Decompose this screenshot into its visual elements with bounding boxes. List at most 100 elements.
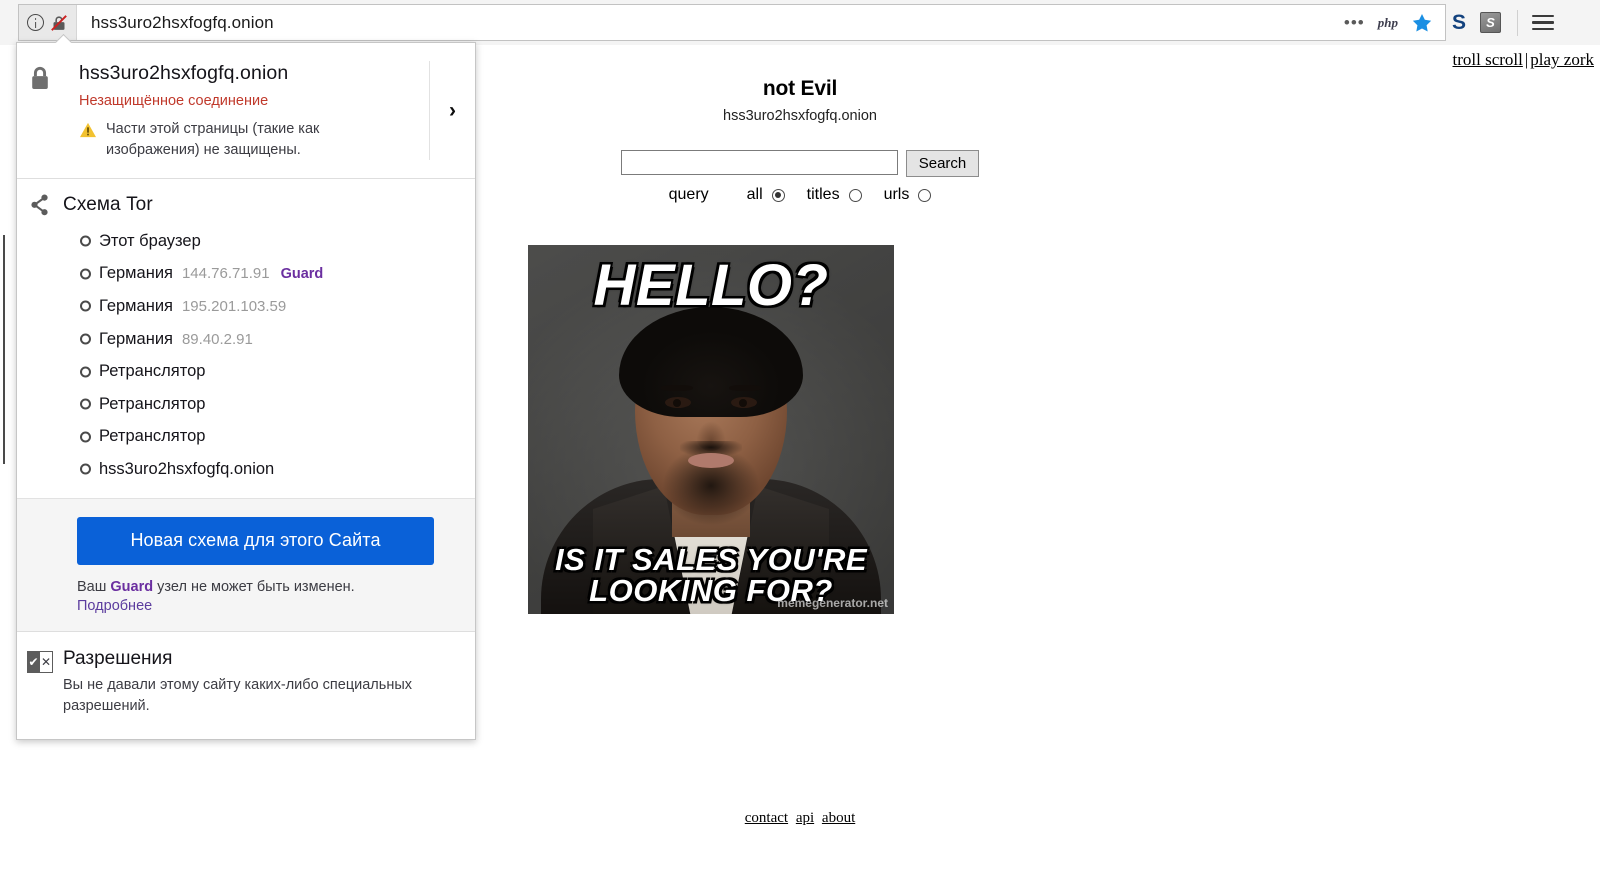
circuit-node-dot	[80, 333, 91, 345]
scope-option-titles[interactable]: titles	[807, 186, 862, 204]
circuit-node-dot	[80, 431, 91, 443]
php-icon[interactable]: php	[1378, 15, 1398, 31]
lock-icon	[32, 66, 48, 89]
tor-circuit-header: Схема Tor	[17, 193, 475, 217]
permissions-check-glyph: ✔	[27, 650, 40, 673]
mixed-content-row: Части этой страницы (такие как изображен…	[79, 119, 421, 160]
circuit-node-ip: 195.201.103.59	[181, 297, 287, 315]
permissions-x-glyph: ✕	[40, 650, 53, 673]
security-section: hss3uro2hsxfogfq.onion Незащищённое соед…	[17, 43, 475, 179]
chevron-right-icon[interactable]: ›	[449, 100, 456, 121]
tor-circuit-icon	[31, 194, 48, 216]
broken-lock-icon[interactable]	[49, 13, 69, 33]
permissions-body: Разрешения Вы не давали этому сайту каки…	[63, 648, 475, 717]
circuit-node-label: hss3uro2hsxfogfq.onion	[99, 459, 275, 478]
warning-triangle-icon	[80, 123, 96, 138]
circuit-node-ip: 89.40.2.91	[181, 330, 253, 348]
learn-more-link[interactable]: Подробнее	[77, 598, 152, 614]
permissions-icon-column: ✔ ✕	[17, 648, 63, 717]
link-troll-scroll[interactable]: troll scroll	[1453, 50, 1523, 69]
popup-arrow	[55, 34, 72, 43]
circuit-node-label: Ретранслятор	[99, 427, 206, 446]
browser-toolbar: hss3uro2hsxfogfq.onion ••• php S S	[0, 0, 1600, 45]
popup-site-host: hss3uro2hsxfogfq.onion	[79, 62, 289, 84]
new-circuit-button[interactable]: Новая схема для этого Сайта	[77, 516, 434, 565]
info-icon[interactable]	[27, 14, 44, 31]
bookmark-star-icon[interactable]	[1411, 12, 1433, 34]
new-circuit-section: Новая схема для этого Сайта Ваш Guard уз…	[17, 497, 475, 632]
guard-note-prefix: Ваш	[77, 578, 111, 595]
figure-pupil-right	[739, 399, 747, 407]
circuit-node: Ретранслятор	[80, 355, 475, 388]
circuit-node-label: Этот браузер	[99, 231, 201, 250]
site-identity-popup: hss3uro2hsxfogfq.onion Незащищённое соед…	[2, 42, 476, 740]
guard-note-badge: Guard	[110, 578, 154, 595]
circuit-node: Германия 144.76.71.91 Guard	[80, 258, 475, 291]
tor-circuit-section: Схема Tor Этот браузер Германия 144.76.7…	[2, 179, 475, 498]
connection-status: Незащищённое соединение	[79, 93, 269, 110]
circuit-node-list: Этот браузер Германия 144.76.71.91 Guard…	[2, 225, 475, 486]
url-text[interactable]: hss3uro2hsxfogfq.onion	[77, 13, 1344, 33]
top-links-separator: |	[1524, 50, 1529, 69]
scope-radio-titles[interactable]	[848, 188, 862, 202]
circuit-node: Германия 195.201.103.59	[80, 290, 475, 323]
figure-brow-left	[661, 385, 693, 391]
circuit-node-dot	[80, 463, 91, 475]
mixed-content-warning: Части этой страницы (такие как изображен…	[106, 121, 320, 158]
circuit-node-label: Ретранслятор	[99, 394, 206, 413]
footer-link-about[interactable]: about	[822, 810, 855, 826]
circuit-node-label: Ретранслятор	[99, 362, 206, 381]
footer-links: contact api about	[0, 810, 1600, 827]
circuit-node-dot	[80, 300, 91, 312]
circuit-node-label: Германия	[99, 329, 173, 348]
link-play-zork[interactable]: play zork	[1530, 50, 1594, 69]
scope-radio-all[interactable]	[771, 188, 785, 202]
top-right-links: troll scroll | play zork	[1453, 50, 1595, 70]
permissions-title: Разрешения	[63, 647, 173, 669]
s-extension-icon[interactable]: S	[1452, 11, 1466, 35]
circuit-node: Ретранслятор	[80, 421, 475, 454]
circuit-node-label: Германия	[99, 296, 173, 315]
scope-option-all[interactable]: all	[747, 186, 785, 204]
permissions-section: ✔ ✕ Разрешения Вы не давали этому сайту …	[17, 632, 475, 739]
circuit-node: Германия 89.40.2.91	[80, 323, 475, 356]
permissions-text: Вы не давали этому сайту каких-либо спец…	[63, 676, 413, 714]
security-details: hss3uro2hsxfogfq.onion Незащищённое соед…	[63, 61, 429, 160]
permissions-icon: ✔ ✕	[27, 650, 53, 673]
footer-link-contact[interactable]: contact	[745, 810, 788, 826]
meme-top-text: Hello?	[593, 253, 829, 318]
s-box-extension-icon[interactable]: S	[1480, 12, 1502, 33]
figure-pupil-left	[673, 399, 681, 407]
expand-security-details-button[interactable]: ›	[429, 61, 475, 160]
meme-image: Hello? Is it sales you're looking for? m…	[528, 245, 894, 614]
scope-radio-urls[interactable]	[918, 188, 932, 202]
circuit-node: Ретранслятор	[80, 388, 475, 421]
scope-label-all: all	[746, 186, 763, 203]
circuit-node-guard-badge: Guard	[280, 265, 324, 282]
footer-link-api[interactable]: api	[796, 810, 814, 826]
scope-option-urls[interactable]: urls	[884, 186, 932, 204]
search-input[interactable]	[620, 150, 898, 175]
search-button[interactable]: Search	[905, 150, 980, 177]
scope-label-urls: urls	[883, 186, 910, 203]
figure-mouth	[688, 453, 734, 468]
circuit-icon-column	[17, 193, 63, 217]
urlbar-actions: ••• php	[1344, 12, 1445, 34]
lock-icon-column	[17, 61, 63, 160]
more-dots-icon[interactable]: •••	[1344, 14, 1365, 31]
circuit-node-dot	[80, 268, 91, 280]
query-label: query	[668, 186, 709, 203]
guard-note-suffix: узел не может быть изменен.	[153, 578, 355, 595]
circuit-node-dot	[80, 366, 91, 378]
circuit-node-dot	[80, 235, 91, 247]
circuit-node: hss3uro2hsxfogfq.onion	[80, 453, 475, 486]
guard-note: Ваш Guard узел не может быть изменен.	[77, 579, 459, 595]
extension-toolbar: S S	[1452, 0, 1555, 45]
hamburger-menu-icon[interactable]	[1532, 14, 1555, 31]
circuit-node-ip: 144.76.71.91	[181, 265, 270, 283]
url-bar[interactable]: hss3uro2hsxfogfq.onion ••• php	[18, 4, 1446, 41]
scope-label-titles: titles	[806, 186, 840, 203]
toolbar-divider	[1517, 9, 1519, 36]
circuit-connector-line	[2, 234, 6, 464]
meme-watermark: memegenerator.net	[777, 596, 888, 610]
